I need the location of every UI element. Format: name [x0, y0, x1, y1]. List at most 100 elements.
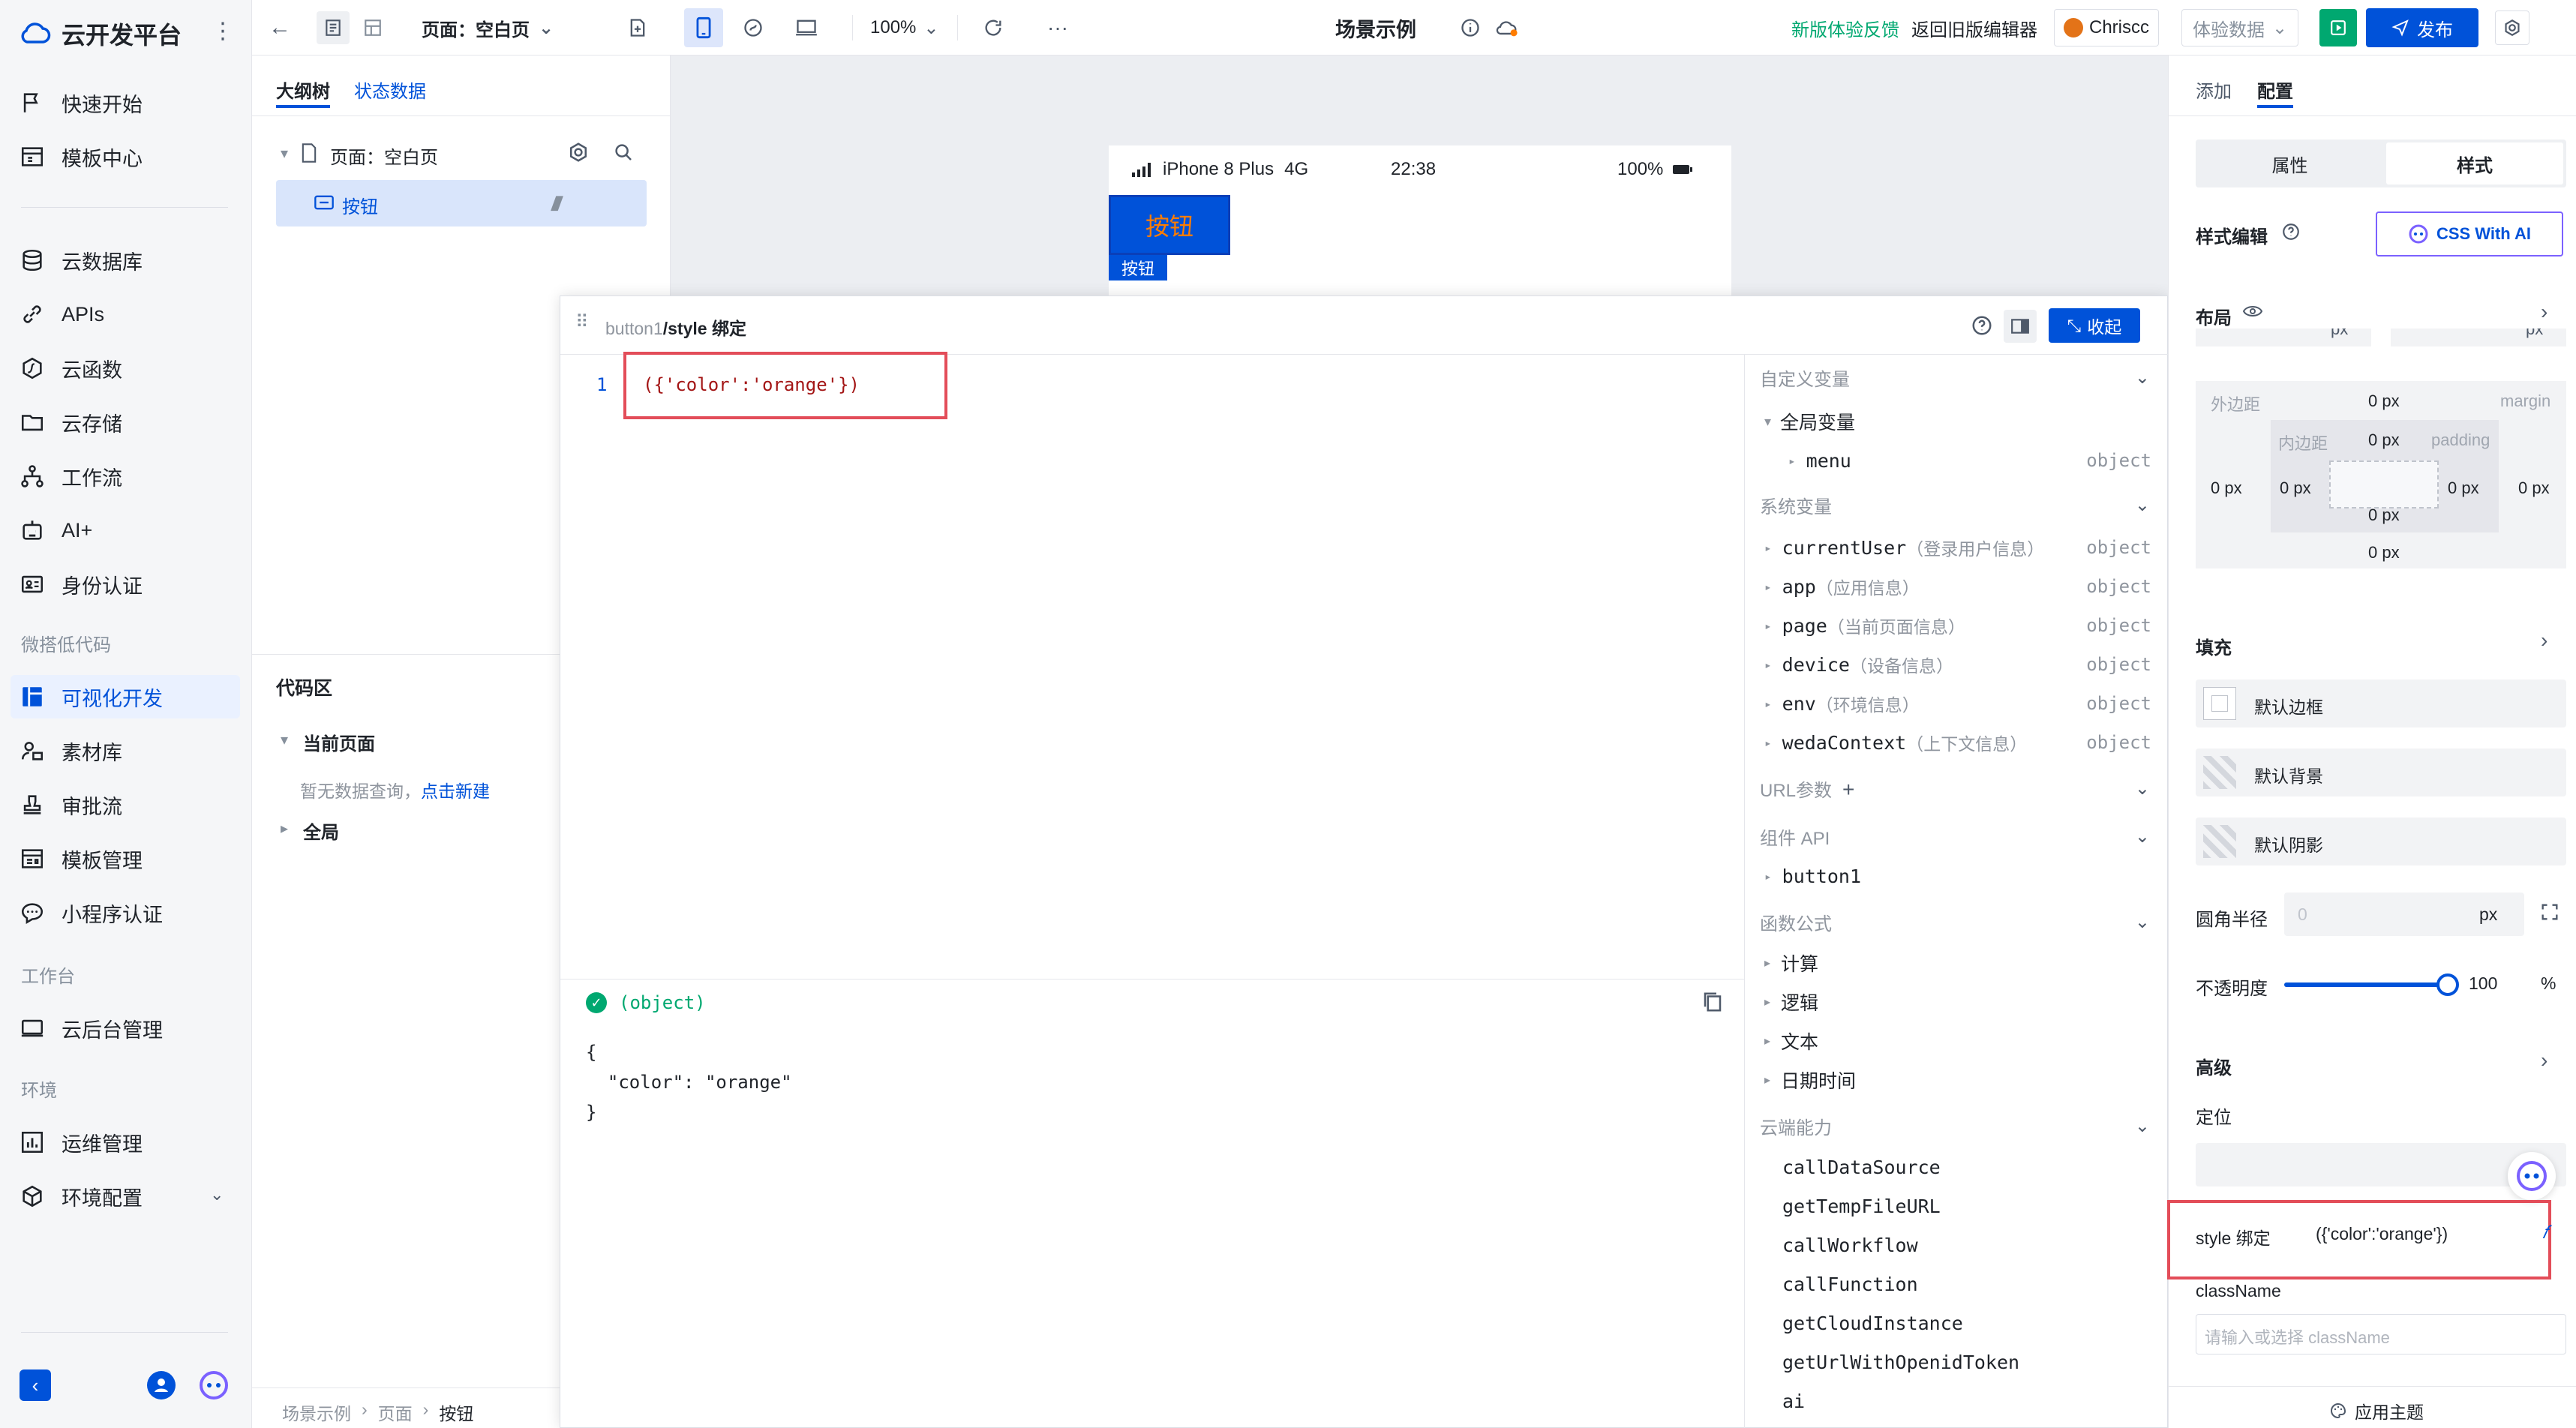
var-env[interactable]: ▸ env （环境信息） object — [1764, 684, 2151, 723]
cloud-item[interactable]: getUrlWithOpenidToken — [1782, 1342, 2187, 1382]
sidebar-item-cloud-admin[interactable]: 云后台管理 — [20, 1006, 163, 1050]
gear-icon[interactable] — [567, 141, 590, 164]
section-system-vars[interactable]: 系统变量 ⌄ — [1760, 492, 2150, 518]
dock-panel-icon[interactable] — [2004, 310, 2037, 343]
copy-icon[interactable] — [1702, 991, 1723, 1013]
breadcrumb-item[interactable]: 按钮 — [439, 1400, 473, 1425]
page-select[interactable]: 页面：空白页 ⌄ — [422, 0, 554, 56]
var-current-user[interactable]: ▸ currentUser （登录用户信息） object — [1764, 528, 2151, 567]
sidebar-item-env-config[interactable]: 环境配置 — [20, 1174, 143, 1218]
sidebar-item-functions[interactable]: 云函数 — [20, 346, 122, 390]
search-icon[interactable] — [612, 141, 635, 164]
sidebar-item-templates[interactable]: 模板中心 — [20, 135, 143, 178]
info-icon[interactable] — [1460, 0, 1481, 56]
more-icon[interactable]: ··· — [1047, 0, 1068, 56]
cloud-item[interactable]: callFunction — [1782, 1264, 2187, 1304]
brand[interactable]: 云开发平台 — [18, 16, 182, 51]
tab-config[interactable]: 配置 — [2257, 76, 2293, 103]
chevron-down-icon[interactable]: ⌄ — [210, 1185, 224, 1204]
style-bind-value[interactable]: ({'color':'orange'}) — [2316, 1224, 2448, 1244]
ai-assistant-float-button[interactable] — [2508, 1152, 2556, 1200]
chevron-right-icon[interactable]: › — [2541, 1048, 2547, 1072]
create-new-link[interactable]: 点击新建 — [421, 782, 490, 801]
var-app[interactable]: ▸ app （应用信息） object — [1764, 567, 2151, 606]
eye-icon[interactable] — [2242, 303, 2263, 320]
sidebar-item-visual-dev[interactable]: 可视化开发 — [20, 675, 163, 718]
padding-left-value[interactable]: 0 px — [2280, 478, 2311, 498]
sidebar-item-ops[interactable]: 运维管理 — [20, 1120, 143, 1164]
user-button[interactable]: Chriscc — [2054, 0, 2160, 56]
sidebar-item-ai[interactable]: AI+ — [20, 508, 92, 552]
apply-theme-button[interactable]: 应用主题 — [2329, 1398, 2424, 1424]
formula-item[interactable]: ▸ 文本 — [1764, 1022, 2169, 1060]
plus-icon[interactable]: + — [1842, 778, 1854, 801]
formula-item[interactable]: ▸ 计算 — [1764, 944, 2169, 982]
help-icon[interactable] — [2281, 222, 2301, 242]
canvas-button[interactable]: 按钮 — [1109, 195, 1230, 255]
add-page-icon[interactable] — [627, 0, 648, 56]
drag-handle-icon[interactable]: ⠿ — [575, 311, 589, 333]
cloud-item[interactable]: getTempFileURL — [1782, 1186, 2187, 1226]
tab-state-data[interactable]: 状态数据 — [354, 76, 426, 103]
chevron-right-icon[interactable]: › — [2541, 300, 2547, 324]
breadcrumb-item[interactable]: 页面 — [378, 1400, 413, 1425]
var-device[interactable]: ▸ device （设备信息） object — [1764, 645, 2151, 684]
padding-top-value[interactable]: 0 px — [2368, 430, 2400, 450]
caret-down-icon[interactable]: ▾ — [281, 730, 288, 749]
chevron-right-icon[interactable]: › — [2541, 628, 2547, 652]
sidebar-item-miniprogram-auth[interactable]: 小程序认证 — [20, 891, 163, 934]
ai-assistant-icon[interactable] — [198, 1370, 230, 1401]
opacity-value[interactable]: 100 — [2469, 974, 2497, 994]
css-with-ai-button[interactable]: CSS With AI — [2376, 212, 2563, 256]
seg-properties[interactable]: 属性 — [2199, 142, 2381, 184]
section-component-api[interactable]: 组件 API ⌄ — [1760, 824, 2150, 850]
zoom-select[interactable]: 100% ⌄ — [870, 0, 939, 56]
fx-icon[interactable]: 𝑓 — [2542, 1222, 2547, 1244]
section-custom-vars[interactable]: 自定义变量 ⌄ — [1760, 364, 2150, 391]
back-old-editor-link[interactable]: 返回旧版编辑器 — [1911, 0, 2037, 56]
var-weda-context[interactable]: ▸ wedaContext （上下文信息） object — [1764, 723, 2151, 762]
margin-top-value[interactable]: 0 px — [2368, 392, 2400, 411]
var-button1[interactable]: ▸ button1 — [1764, 856, 2169, 896]
var-page[interactable]: ▸ page （当前页面信息） object — [1764, 606, 2151, 645]
padding-right-value[interactable]: 0 px — [2448, 478, 2479, 498]
sidebar-item-materials[interactable]: 素材库 — [20, 729, 122, 772]
opacity-slider-thumb[interactable] — [2436, 974, 2459, 996]
settings-button[interactable] — [2495, 0, 2529, 56]
formula-item[interactable]: ▸ 日期时间 — [1764, 1060, 2169, 1100]
sidebar-item-approval[interactable]: 审批流 — [20, 783, 122, 826]
expand-icon[interactable] — [2539, 902, 2560, 922]
feedback-link[interactable]: 新版体验反馈 — [1791, 0, 1899, 56]
cloud-item[interactable]: getCloudInstance — [1782, 1304, 2187, 1342]
tab-outline[interactable]: 大纲树 — [276, 76, 330, 103]
margin-left-value[interactable]: 0 px — [2211, 478, 2242, 498]
preview-button[interactable] — [2319, 0, 2357, 56]
design-canvas[interactable]: iPhone 8 Plus 4G 22:38 100% 按钮 按钮 — [671, 56, 2168, 296]
seg-style[interactable]: 样式 — [2386, 142, 2563, 184]
cloud-sync-icon[interactable] — [1494, 0, 1520, 56]
back-arrow-icon[interactable]: ← — [269, 0, 291, 56]
formula-item[interactable]: ▸ 逻辑 — [1764, 982, 2169, 1022]
page-view-icon[interactable] — [317, 0, 350, 56]
sidebar-item-quickstart[interactable]: 快速开始 — [20, 81, 143, 124]
help-icon[interactable] — [1971, 314, 1993, 337]
collapse-sidebar-icon[interactable]: ‹ — [20, 1370, 51, 1401]
margin-bottom-value[interactable]: 0 px — [2368, 543, 2400, 562]
user-avatar-icon[interactable] — [147, 1371, 176, 1400]
border-default-row[interactable] — [2196, 680, 2566, 728]
var-global[interactable]: ▾ 全局变量 — [1764, 402, 2169, 441]
layout-view-icon[interactable] — [363, 0, 383, 56]
more-vertical-icon[interactable]: ⋮ — [212, 18, 234, 44]
caret-down-icon[interactable]: ▾ — [281, 144, 288, 163]
cloud-item[interactable]: callDataSource — [1782, 1148, 2187, 1186]
sidebar-item-apis[interactable]: APIs — [20, 292, 104, 336]
section-cloud[interactable]: 云端能力 ⌄ — [1760, 1113, 2150, 1139]
sidebar-item-template-manage[interactable]: 模板管理 — [20, 837, 143, 880]
margin-right-value[interactable]: 0 px — [2518, 478, 2550, 498]
refresh-icon[interactable] — [983, 0, 1004, 56]
desktop-icon[interactable] — [795, 0, 818, 56]
code-editor[interactable] — [560, 355, 1744, 959]
collapse-button[interactable]: ⤡ 收起 — [2049, 308, 2140, 343]
sidebar-item-auth[interactable]: 身份认证 — [20, 562, 143, 606]
publish-button[interactable]: 发布 — [2366, 0, 2478, 56]
